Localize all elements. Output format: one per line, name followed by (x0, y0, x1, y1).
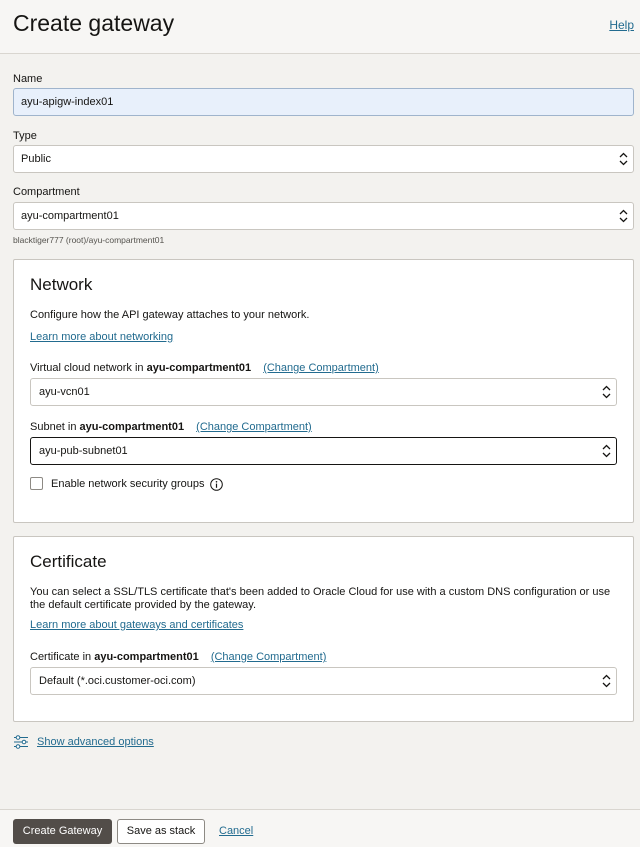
nsg-label: Enable network security groups (51, 478, 205, 490)
network-panel: Network Configure how the API gateway at… (13, 259, 634, 523)
create-gateway-button[interactable]: Create Gateway (13, 819, 112, 844)
page-header: Create gateway Help (0, 0, 640, 54)
info-icon[interactable] (210, 478, 223, 491)
certificate-change-compartment-link[interactable]: (Change Compartment) (211, 651, 327, 663)
cancel-link[interactable]: Cancel (219, 825, 253, 837)
subnet-label-compartment: ayu-compartment01 (79, 421, 185, 433)
help-link[interactable]: Help (609, 18, 634, 32)
sliders-icon (14, 735, 28, 749)
network-description: Configure how the API gateway attaches t… (30, 309, 310, 321)
subnet-select[interactable]: ayu-pub-subnet01 (30, 437, 617, 465)
vcn-change-compartment-link[interactable]: (Change Compartment) (263, 362, 379, 374)
select-chevron-icon (602, 444, 611, 458)
footer-actions: Create Gateway Save as stack Cancel (0, 809, 640, 847)
compartment-select[interactable]: ayu-compartment01 (13, 202, 634, 230)
compartment-select-value: ayu-compartment01 (21, 210, 119, 222)
learn-more-certificates-link[interactable]: Learn more about gateways and certificat… (30, 619, 243, 631)
type-select-value: Public (21, 153, 51, 165)
vcn-select[interactable]: ayu-vcn01 (30, 378, 617, 406)
nsg-checkbox[interactable] (30, 477, 43, 490)
certificate-select-value: Default (*.oci.customer-oci.com) (39, 675, 196, 687)
certificate-label-compartment: ayu-compartment01 (94, 651, 199, 663)
page-title: Create gateway (13, 10, 175, 36)
form-content: Name ayu-apigw-index01 Type Public Compa… (0, 54, 640, 809)
certificate-label-prefix: Certificate in (30, 651, 92, 663)
vcn-select-value: ayu-vcn01 (39, 386, 90, 398)
name-label: Name (13, 73, 43, 85)
certificate-panel: Certificate You can select a SSL/TLS cer… (13, 536, 634, 722)
show-advanced-options-label: Show advanced options (37, 736, 154, 748)
save-as-stack-button[interactable]: Save as stack (117, 819, 205, 844)
select-chevron-icon (619, 209, 628, 223)
subnet-label-prefix: Subnet in (30, 421, 77, 433)
name-input[interactable]: ayu-apigw-index01 (13, 88, 634, 116)
certificate-title: Certificate (30, 552, 107, 571)
select-chevron-icon (602, 385, 611, 399)
subnet-change-compartment-link[interactable]: (Change Compartment) (196, 421, 312, 433)
certificate-label: Certificate in ayu-compartment01 (Change… (30, 651, 326, 663)
compartment-label: Compartment (13, 186, 80, 198)
compartment-path: blacktiger777 (root)/ayu-compartment01 (13, 235, 165, 245)
name-input-value: ayu-apigw-index01 (21, 96, 114, 108)
vcn-label-compartment: ayu-compartment01 (146, 362, 252, 374)
vcn-label: Virtual cloud network in ayu-compartment… (30, 362, 379, 374)
vcn-label-prefix: Virtual cloud network in (30, 362, 144, 374)
network-title: Network (30, 275, 93, 294)
certificate-select[interactable]: Default (*.oci.customer-oci.com) (30, 667, 617, 695)
select-chevron-icon (602, 674, 611, 688)
type-select[interactable]: Public (13, 145, 634, 173)
subnet-select-value: ayu-pub-subnet01 (39, 445, 128, 457)
select-chevron-icon (619, 152, 628, 166)
type-label: Type (13, 130, 37, 142)
learn-more-networking-link[interactable]: Learn more about networking (30, 331, 173, 343)
certificate-description: You can select a SSL/TLS certificate tha… (30, 586, 611, 611)
subnet-label: Subnet in ayu-compartment01 (Change Comp… (30, 421, 312, 433)
